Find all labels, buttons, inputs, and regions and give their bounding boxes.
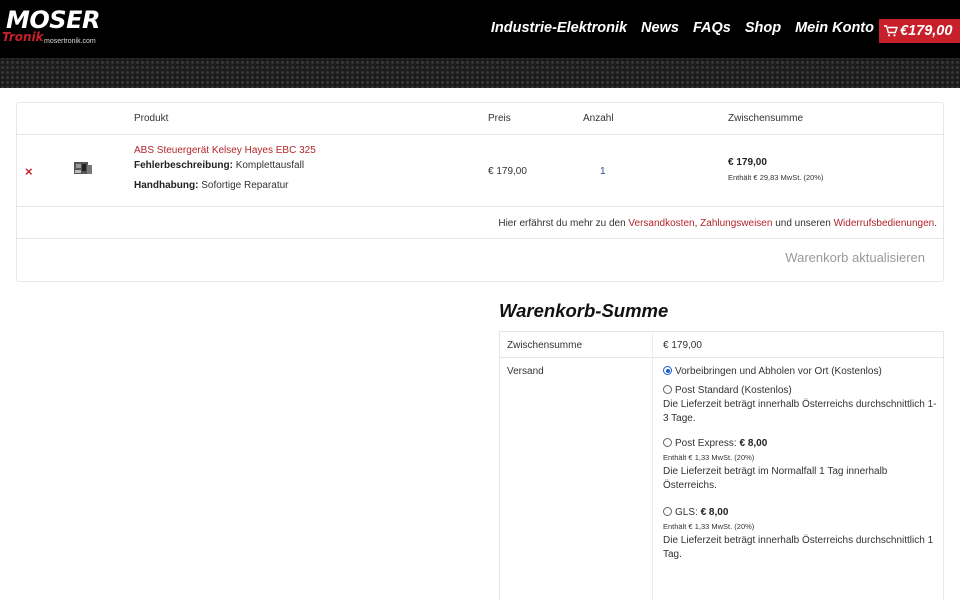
cart-info-row: Hier erfährst du mehr zu den Versandkost…: [17, 207, 943, 239]
cart-item-row: × ABS Steuergerät Kelsey Hayes EBC 325 F…: [17, 135, 943, 207]
option-note: Die Lieferzeit beträgt innerhalb Österre…: [663, 535, 934, 560]
column-divider: [652, 332, 653, 600]
col-price: Preis: [488, 113, 511, 124]
product-meta-handling: Handhabung: Sofortige Reparatur: [134, 180, 289, 191]
shipping-option-post-standard[interactable]: Post Standard (Kostenlos) Die Lieferzeit…: [663, 384, 938, 426]
nav-mein-konto[interactable]: Mein Konto: [795, 20, 874, 36]
option-price: € 8,00: [700, 507, 729, 518]
cart-button[interactable]: €179,00: [879, 19, 960, 43]
option-tax: Enthält € 1,33 MwSt. (20%): [663, 453, 755, 462]
link-versandkosten[interactable]: Versandkosten: [628, 218, 694, 229]
cart-table-header: Produkt Preis Anzahl Zwischensumme: [17, 103, 943, 135]
item-subtotal: € 179,00: [728, 157, 767, 168]
option-label: Post Express:: [675, 438, 737, 449]
meta-value: Komplettausfall: [235, 160, 305, 171]
cart-icon: [884, 25, 898, 37]
info-prefix: Hier erfährst du mehr zu den: [498, 218, 629, 229]
item-quantity[interactable]: 1: [600, 166, 606, 177]
nav-news[interactable]: News: [641, 20, 679, 36]
logo-sub: Tronik: [2, 30, 44, 44]
option-label: Vorbeibringen und Abholen vor Ort (Koste…: [675, 366, 882, 377]
meta-value: Sofortige Reparatur: [201, 180, 289, 191]
info-sep: und unseren: [772, 218, 834, 229]
meta-key: Handhabung:: [134, 180, 199, 191]
link-widerruf[interactable]: Widerrufsbedienungen: [834, 218, 935, 229]
info-suffix: .: [934, 218, 937, 229]
radio-button[interactable]: [663, 507, 672, 516]
remove-icon[interactable]: ×: [25, 164, 33, 179]
shipping-label: Versand: [507, 366, 544, 377]
radio-button[interactable]: [663, 385, 672, 394]
totals-title: Warenkorb-Summe: [499, 300, 669, 321]
option-note: Die Lieferzeit beträgt innerhalb Österre…: [663, 399, 937, 424]
nav-faqs[interactable]: FAQs: [693, 20, 731, 36]
option-tax: Enthält € 1,33 MwSt. (20%): [663, 522, 755, 531]
product-name-link[interactable]: ABS Steuergerät Kelsey Hayes EBC 325: [134, 145, 316, 156]
product-meta-fault: Fehlerbeschreibung: Komplettausfall: [134, 160, 304, 171]
radio-button[interactable]: [663, 438, 672, 447]
link-zahlungsweisen[interactable]: Zahlungsweisen: [700, 218, 772, 229]
main-nav: Industrie-Elektronik News FAQs Shop Mein…: [491, 20, 874, 36]
nav-industrie-elektronik[interactable]: Industrie-Elektronik: [491, 20, 627, 36]
totals-subtotal-row: Zwischensumme € 179,00: [500, 332, 943, 358]
shipping-option-gls[interactable]: GLS: € 8,00 Enthält € 1,33 MwSt. (20%) D…: [663, 506, 938, 562]
logo-url: mosertronik.com: [44, 38, 96, 45]
info-text: Hier erfährst du mehr zu den Versandkost…: [498, 218, 937, 229]
option-note: Die Lieferzeit beträgt im Normalfall 1 T…: [663, 466, 888, 491]
logo[interactable]: MOSER Tronik mosertronik.com: [2, 6, 102, 50]
item-subtotal-tax: Enthält € 29,83 MwSt. (20%): [728, 173, 824, 182]
col-product: Produkt: [134, 113, 169, 124]
option-price: € 8,00: [739, 438, 768, 449]
shipping-option-post-express[interactable]: Post Express: € 8,00 Enthält € 1,33 MwSt…: [663, 437, 938, 493]
col-subtotal: Zwischensumme: [728, 113, 804, 124]
item-price: € 179,00: [488, 166, 527, 177]
shipping-option-pickup[interactable]: Vorbeibringen und Abholen vor Ort (Koste…: [663, 365, 938, 379]
product-thumbnail[interactable]: [73, 159, 93, 177]
totals-subtotal-value: € 179,00: [663, 340, 702, 351]
site-header: MOSER Tronik mosertronik.com Industrie-E…: [0, 0, 960, 88]
cart-table: Produkt Preis Anzahl Zwischensumme × ABS…: [16, 102, 944, 282]
col-quantity: Anzahl: [583, 113, 614, 124]
totals-subtotal-label: Zwischensumme: [507, 340, 583, 351]
update-cart-button[interactable]: Warenkorb aktualisieren: [785, 250, 925, 265]
cart-total: €179,00: [900, 23, 953, 39]
meta-key: Fehlerbeschreibung:: [134, 160, 233, 171]
option-label: GLS:: [675, 507, 698, 518]
option-label: Post Standard (Kostenlos): [675, 385, 792, 396]
totals-table: Zwischensumme € 179,00 Versand Vorbeibri…: [499, 331, 944, 600]
nav-shop[interactable]: Shop: [745, 20, 781, 36]
radio-button[interactable]: [663, 366, 672, 375]
